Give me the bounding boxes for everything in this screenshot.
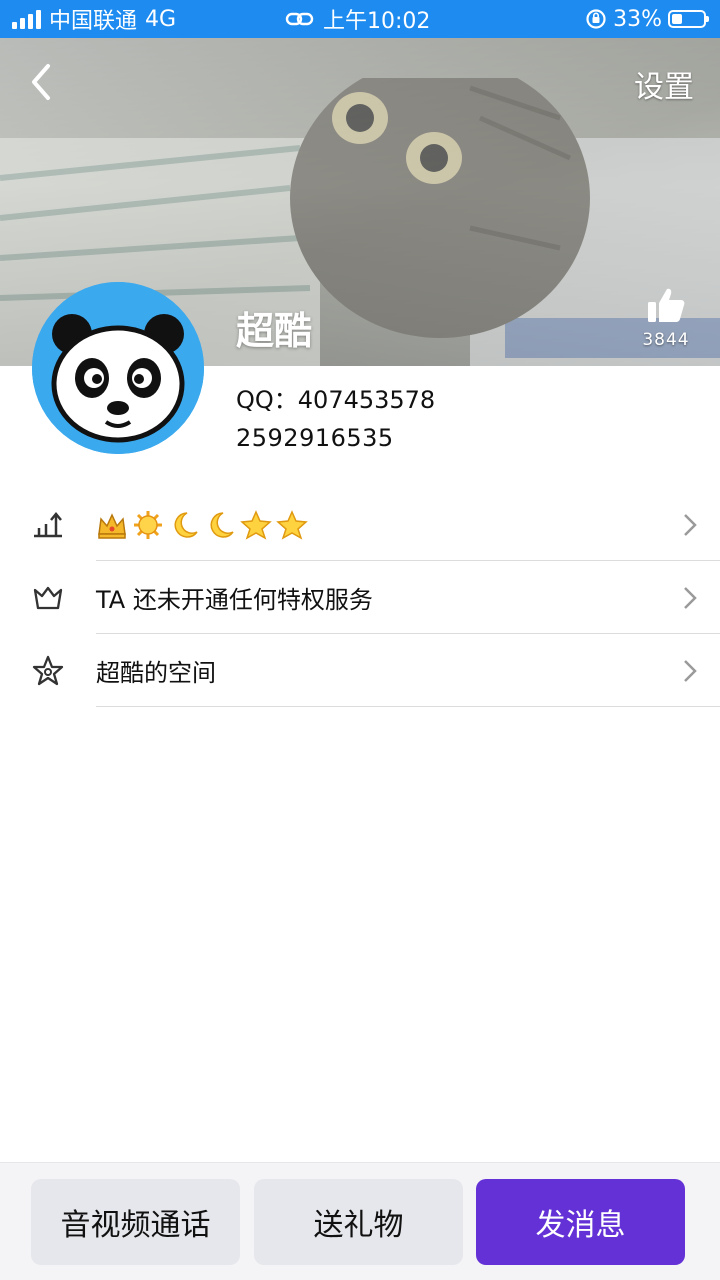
signal-icon	[12, 9, 41, 29]
chevron-right-icon	[660, 586, 720, 610]
level-chart-icon	[0, 511, 96, 539]
thumbs-up-icon	[648, 288, 685, 322]
level-badges	[96, 509, 660, 540]
privilege-label: TA 还未开通任何特权服务	[96, 586, 373, 614]
profile-menu: TA 还未开通任何特权服务 超酷的空间	[0, 488, 720, 707]
chevron-left-icon	[32, 64, 50, 100]
qq-number: QQ：407453578	[236, 386, 436, 414]
profile-screen: 中国联通 4G 上午10:02 33% 设置 3844 超酷 QQ：407453…	[0, 0, 720, 1280]
nickname: 超酷	[236, 309, 313, 353]
chevron-right-icon	[660, 659, 720, 683]
clock-label: 上午10:02	[323, 9, 431, 34]
star-outline-icon	[0, 655, 96, 687]
menu-item-privilege[interactable]: TA 还未开通任何特权服务	[0, 561, 720, 634]
status-left: 中国联通 4G	[0, 3, 176, 35]
crown-outline-icon	[0, 584, 96, 612]
status-right: 33%	[585, 7, 720, 32]
like-button[interactable]: 3844	[638, 286, 694, 350]
bottom-action-bar: 音视频通话 送礼物 发消息	[0, 1162, 720, 1280]
sun-icon	[134, 510, 162, 539]
battery-percent: 33%	[613, 6, 662, 32]
crown-icon	[98, 512, 126, 539]
chevron-right-icon	[660, 513, 720, 537]
battery-fill	[672, 14, 682, 24]
carrier-label: 中国联通	[49, 9, 138, 34]
space-label: 超酷的空间	[96, 659, 216, 687]
link-icon	[285, 12, 314, 26]
menu-item-space[interactable]: 超酷的空间	[0, 634, 720, 707]
secondary-number: 2592916535	[236, 424, 394, 452]
status-bar: 中国联通 4G 上午10:02 33%	[0, 0, 720, 38]
send-message-button[interactable]: 发消息	[476, 1179, 685, 1265]
star-icon	[240, 509, 272, 540]
video-call-button[interactable]: 音视频通话	[31, 1179, 240, 1265]
moon-icon	[174, 511, 198, 538]
moon-icon	[210, 511, 234, 538]
network-label: 4G	[145, 6, 177, 32]
send-gift-button[interactable]: 送礼物	[254, 1179, 463, 1265]
divider	[96, 706, 720, 707]
like-count: 3844	[642, 330, 690, 350]
status-center: 上午10:02	[285, 3, 430, 35]
panda-avatar-icon	[32, 282, 204, 454]
back-button[interactable]	[22, 58, 62, 106]
battery-icon	[668, 10, 709, 28]
rotation-lock-icon	[586, 9, 606, 29]
avatar[interactable]	[32, 282, 204, 454]
settings-button[interactable]: 设置	[634, 62, 694, 106]
star-icon	[276, 509, 308, 540]
menu-item-level[interactable]	[0, 488, 720, 561]
